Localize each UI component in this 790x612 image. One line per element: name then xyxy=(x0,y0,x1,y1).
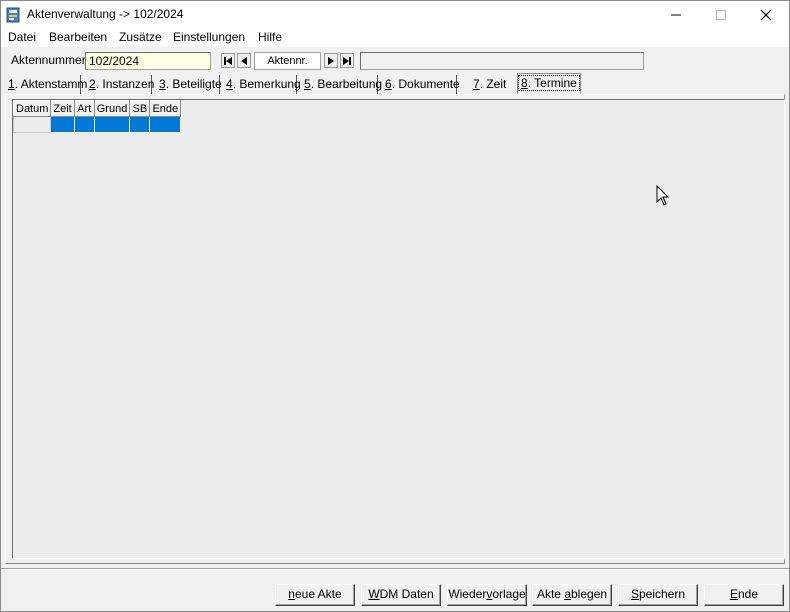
termine-grid-area[interactable] xyxy=(12,99,785,559)
tab-bemerkung[interactable]: 4. Bemerkung xyxy=(224,75,301,95)
mouse-pointer-icon xyxy=(656,185,670,206)
menu-datei[interactable]: Datei xyxy=(8,30,36,44)
minimize-icon xyxy=(671,14,681,15)
maximize-icon xyxy=(716,9,726,20)
column-header-grund[interactable]: Grund xyxy=(93,100,131,117)
main-window: Aktenverwaltung -> 102/2024 Datei Bearbe… xyxy=(0,0,790,612)
tab-zeit[interactable]: 7. Zeit xyxy=(471,75,511,95)
close-icon xyxy=(760,9,772,20)
aktennummer-input[interactable] xyxy=(85,52,211,70)
tab-beteiligte[interactable]: 3. Beteiligte xyxy=(157,75,222,95)
record-navigator: Aktennummer : Aktennr. xyxy=(1,49,789,73)
column-header-zeit[interactable]: Zeit xyxy=(50,100,75,117)
column-header-sb[interactable]: SB xyxy=(129,100,151,117)
first-record-button[interactable] xyxy=(221,53,235,68)
app-icon xyxy=(6,7,20,23)
menu-einstellungen[interactable]: Einstellungen xyxy=(173,30,245,44)
column-header-datum[interactable]: Datum xyxy=(12,100,52,117)
menu-bearbeiten[interactable]: Bearbeiten xyxy=(49,30,107,44)
cell-zeit[interactable] xyxy=(50,116,75,133)
column-header-art[interactable]: Art xyxy=(73,100,95,117)
minimize-button[interactable] xyxy=(653,1,699,28)
last-record-icon xyxy=(343,56,351,65)
last-record-button[interactable] xyxy=(340,53,354,68)
column-header-ende[interactable]: Ende xyxy=(149,100,182,117)
bottom-separator xyxy=(1,568,789,570)
cell-grund[interactable] xyxy=(93,116,131,133)
menu-bar: Datei Bearbeiten Zusätze Einstellungen H… xyxy=(1,28,789,47)
cell-art[interactable] xyxy=(73,116,95,133)
previous-record-button[interactable] xyxy=(237,53,251,68)
tab-termine[interactable]: 8. Termine xyxy=(517,73,581,94)
save-button[interactable]: Speichern xyxy=(618,584,698,606)
table-row[interactable] xyxy=(12,116,182,133)
cell-datum[interactable] xyxy=(12,116,52,133)
aktennummer-label: Aktennummer : xyxy=(11,53,93,67)
close-button[interactable] xyxy=(743,1,789,28)
cell-sb[interactable] xyxy=(129,116,151,133)
aktennr-search-field[interactable]: Aktennr. xyxy=(254,52,321,70)
resubmission-button[interactable]: Wiedervorlage xyxy=(447,584,527,606)
record-info-field xyxy=(360,52,644,70)
window-title: Aktenverwaltung -> 102/2024 xyxy=(27,7,184,21)
menu-hilfe[interactable]: Hilfe xyxy=(258,30,282,44)
first-record-icon xyxy=(224,56,232,65)
next-record-icon xyxy=(328,56,334,65)
maximize-button[interactable] xyxy=(698,1,744,28)
archive-file-button[interactable]: Akte ablegen xyxy=(532,584,612,606)
menu-zusaetze[interactable]: Zusätze xyxy=(119,30,162,44)
end-button[interactable]: Ende xyxy=(704,584,784,606)
next-record-button[interactable] xyxy=(324,53,338,68)
tab-dokumente[interactable]: 6. Dokumente xyxy=(383,75,460,95)
tab-instanzen[interactable]: 2. Instanzen xyxy=(87,75,154,95)
new-file-button[interactable]: neue Akte xyxy=(275,584,355,606)
title-bar: Aktenverwaltung -> 102/2024 xyxy=(1,1,789,28)
termine-grid[interactable]: Datum Zeit Art Grund SB Ende xyxy=(12,100,182,133)
tab-bearbeitung[interactable]: 5. Bearbeitung xyxy=(302,75,382,95)
tab-aktenstamm[interactable]: 1. Aktenstamm xyxy=(6,75,87,95)
previous-record-icon xyxy=(241,56,247,65)
cell-ende[interactable] xyxy=(149,116,182,133)
wdm-data-button[interactable]: WDM Daten xyxy=(361,584,441,606)
tab-bar: 1. Aktenstamm 2. Instanzen 3. Beteiligte… xyxy=(1,73,789,95)
